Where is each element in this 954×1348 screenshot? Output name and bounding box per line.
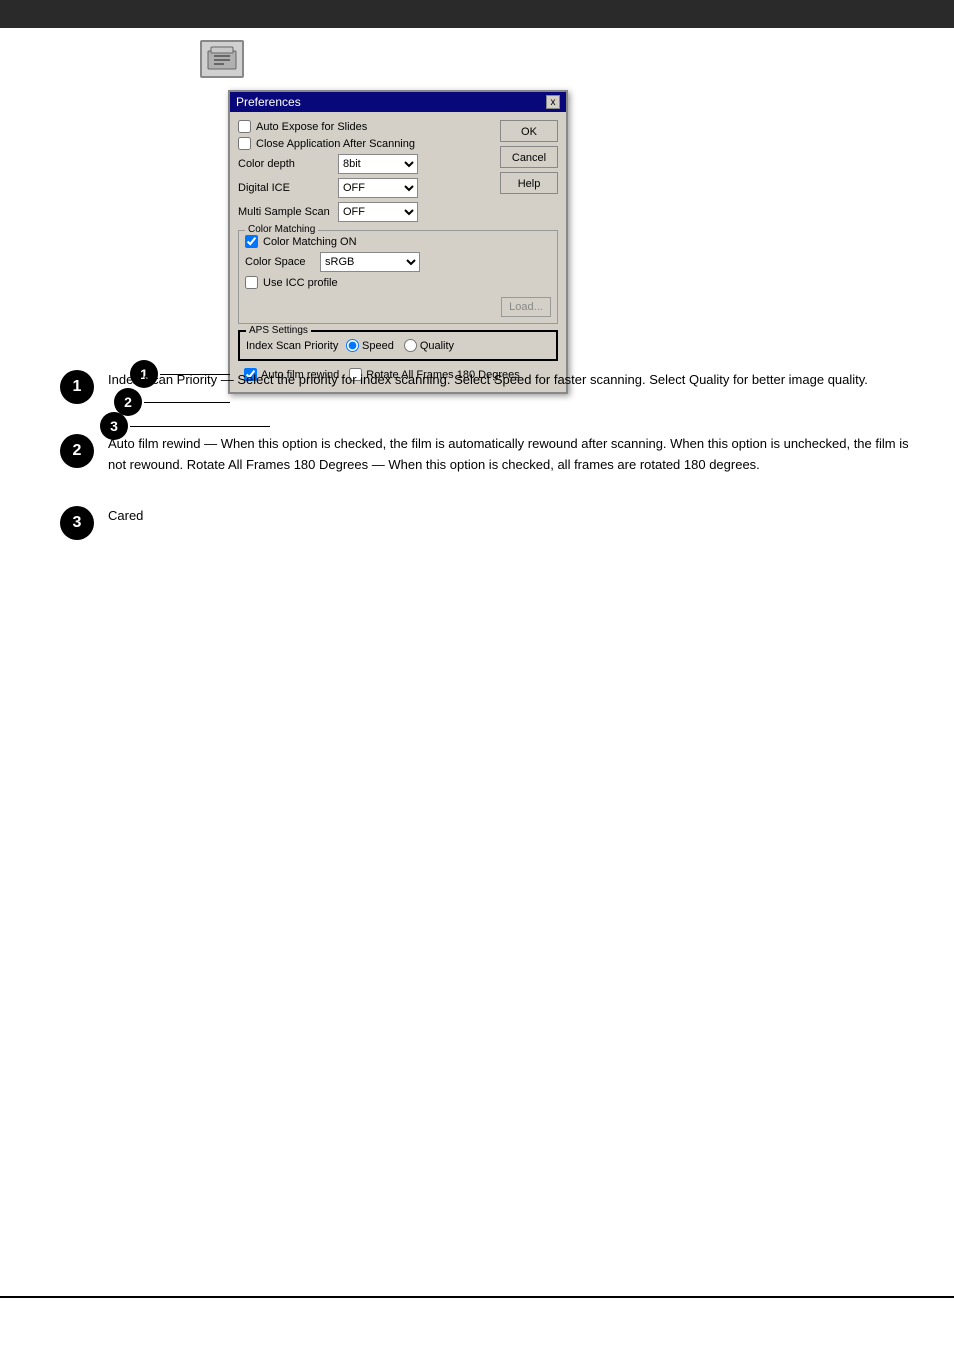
digital-ice-label: Digital ICE [238, 182, 338, 194]
top-bar [0, 0, 954, 28]
close-button[interactable]: x [546, 95, 560, 109]
close-app-checkbox[interactable] [238, 137, 251, 150]
description-section: 1 Index Scan Priority — Select the prior… [60, 370, 910, 570]
desc-item-2: 2 Auto film rewind — When this option is… [60, 434, 910, 476]
icc-profile-checkbox[interactable] [245, 276, 258, 289]
icc-profile-row: Use ICC profile [245, 276, 551, 289]
color-space-select[interactable]: sRGB AdobeRGB [320, 252, 420, 272]
desc-item-3: 3 Cared [60, 506, 910, 540]
desc-item-1: 1 Index Scan Priority — Select the prior… [60, 370, 910, 404]
auto-expose-checkbox[interactable] [238, 120, 251, 133]
ok-button[interactable]: OK [500, 120, 558, 142]
desc-num-1: 1 [60, 370, 94, 404]
color-matching-label: Color Matching [245, 224, 318, 235]
digital-ice-select[interactable]: OFF ON [338, 178, 418, 198]
color-space-label: Color Space [245, 256, 320, 268]
quality-label: Quality [420, 340, 454, 352]
multi-sample-label: Multi Sample Scan [238, 206, 338, 218]
speed-label: Speed [362, 340, 394, 352]
icc-profile-label: Use ICC profile [263, 277, 338, 289]
index-scan-label: Index Scan Priority [246, 340, 346, 352]
dialog-buttons: OK Cancel Help [500, 120, 558, 194]
index-scan-row: Index Scan Priority Speed Quality [246, 339, 550, 352]
color-matching-on-label: Color Matching ON [263, 236, 357, 248]
load-button: Load... [501, 297, 551, 317]
index-scan-radio-group: Speed Quality [346, 339, 454, 352]
auto-expose-label: Auto Expose for Slides [256, 121, 367, 133]
desc-num-2: 2 [60, 434, 94, 468]
dialog-title: Preferences [236, 95, 301, 109]
scanner-icon-area [200, 40, 244, 78]
multi-sample-row: Multi Sample Scan OFF 1 2 4 [238, 202, 558, 222]
quality-radio-item: Quality [404, 339, 454, 352]
multi-sample-select[interactable]: OFF 1 2 4 [338, 202, 418, 222]
desc-text-3: Cared [108, 506, 143, 527]
quality-radio[interactable] [404, 339, 417, 352]
scanner-icon [200, 40, 244, 78]
dialog-body: OK Cancel Help Auto Expose for Slides Cl… [230, 112, 566, 392]
speed-radio-item: Speed [346, 339, 394, 352]
color-depth-label: Color depth [238, 158, 338, 170]
aps-settings-label: APS Settings [246, 325, 311, 336]
dialog-title-bar: Preferences x [230, 92, 566, 112]
speed-radio[interactable] [346, 339, 359, 352]
aps-settings-section: APS Settings Index Scan Priority Speed Q… [238, 330, 558, 361]
close-app-label: Close Application After Scanning [256, 138, 415, 150]
color-matching-on-checkbox[interactable] [245, 235, 258, 248]
desc-text-1: Index Scan Priority — Select the priorit… [108, 370, 868, 391]
color-depth-select[interactable]: 8bit 16bit [338, 154, 418, 174]
desc-num-3: 3 [60, 506, 94, 540]
preferences-dialog: Preferences x OK Cancel Help Auto Expose… [228, 90, 568, 394]
cancel-button[interactable]: Cancel [500, 146, 558, 168]
desc-text-2: Auto film rewind — When this option is c… [108, 434, 910, 476]
help-button[interactable]: Help [500, 172, 558, 194]
color-space-row: Color Space sRGB AdobeRGB [245, 252, 551, 272]
color-matching-section: Color Matching Color Matching ON Color S… [238, 230, 558, 324]
color-matching-on-row: Color Matching ON [245, 235, 551, 248]
bottom-separator [0, 1296, 954, 1298]
